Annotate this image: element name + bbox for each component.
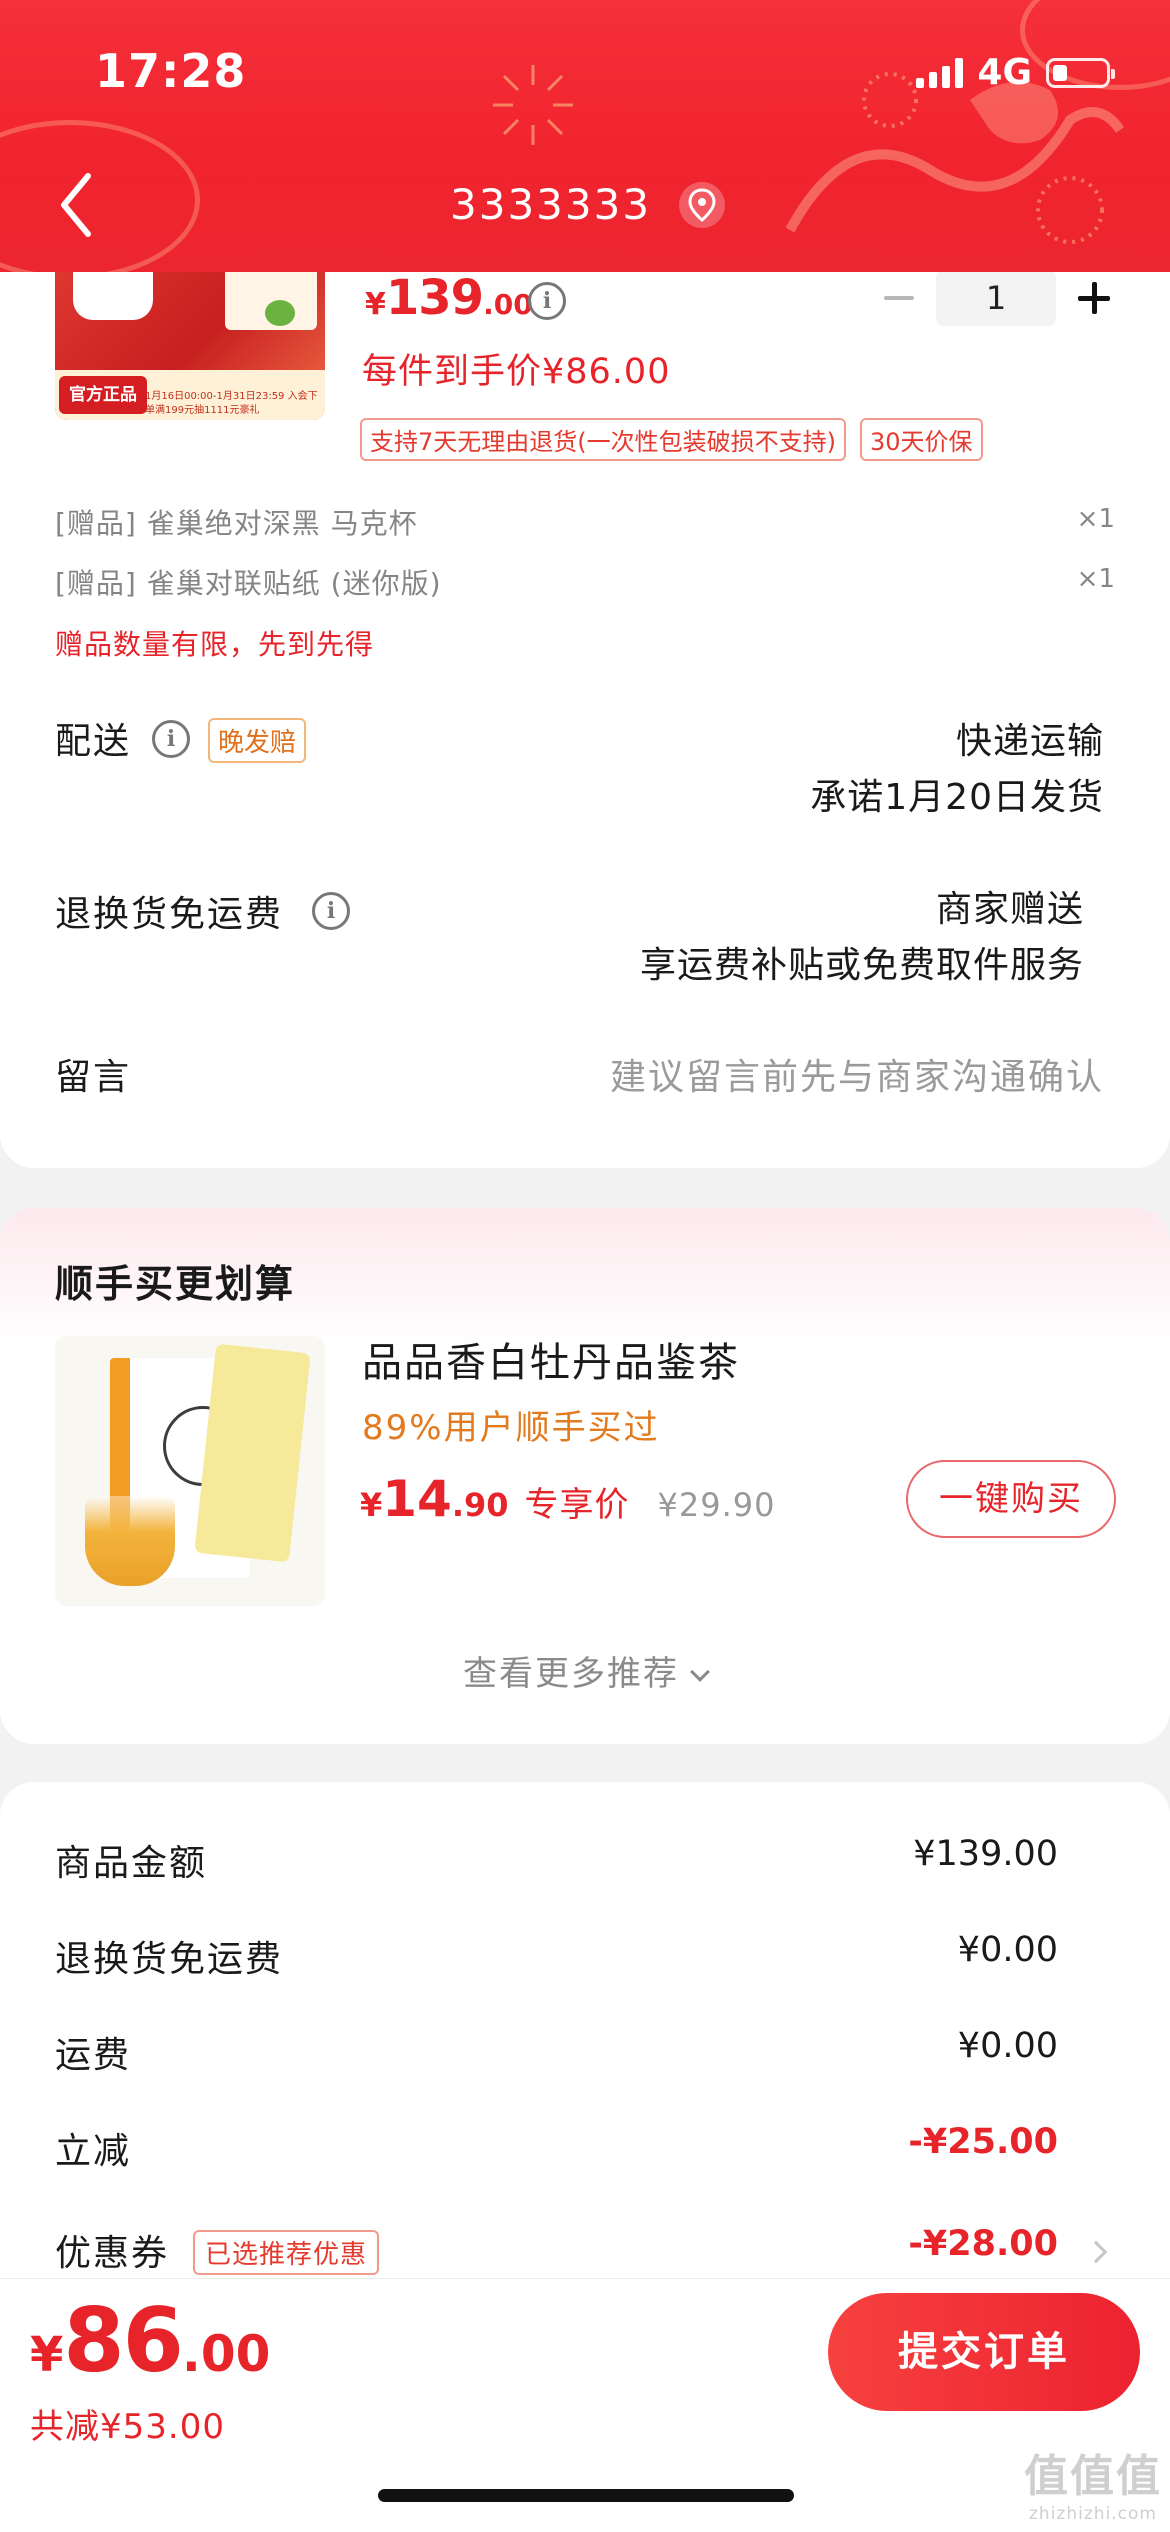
final-unit-price: 每件到手价¥86.00: [362, 352, 671, 392]
cloud-decoration: [0, 120, 200, 272]
return-policy-badge: 支持7天无理由退货(一次性包装破损不支持): [360, 418, 846, 461]
delivery-label: 配送: [55, 721, 132, 762]
gift-note: 赠品数量有限，先到先得: [55, 628, 375, 661]
recommend-product-name[interactable]: 品品香白牡丹品鉴茶: [362, 1330, 740, 1388]
back-icon[interactable]: [56, 170, 96, 240]
unit-price: ¥ 139 .00: [365, 270, 533, 326]
price-protect-badge: 30天价保: [860, 418, 983, 461]
page-title: 3333333: [450, 180, 652, 229]
status-indicators: 4G: [916, 52, 1115, 93]
gift-item: [赠品] 雀巢对联贴纸 (迷你版): [55, 567, 442, 600]
image-caption: 1月16日00:00-1月31日23:59 入会下单满199元抽1111元豪礼: [145, 391, 318, 416]
battery-icon: [1046, 57, 1115, 88]
delivery-method[interactable]: 快递运输: [956, 712, 1104, 764]
return-shipping-label: 退换货免运费: [55, 894, 284, 935]
submit-order-button[interactable]: 提交订单: [828, 2293, 1140, 2411]
recommend-social-proof: 89%用户顺手买过: [362, 1408, 660, 1448]
return-info-icon[interactable]: i: [312, 892, 350, 930]
message-input[interactable]: 建议留言前先与商家沟通确认: [610, 1048, 1104, 1100]
price-info-icon[interactable]: i: [528, 282, 566, 320]
gift-qty: ×1: [1076, 504, 1115, 534]
summary-label: 退换货免运费: [55, 1939, 284, 1980]
header-bar: 17:28 4G 3333333: [0, 0, 1170, 272]
chevron-down-icon: [690, 1662, 710, 1682]
summary-label: 运费: [55, 2035, 132, 2076]
checkout-bar: ¥ 86 .00 共减¥53.00 提交订单: [0, 2278, 1170, 2532]
coupon-tag[interactable]: 已选推荐优惠: [193, 2230, 380, 2275]
official-tag: 官方正品: [59, 376, 147, 414]
coupon-label[interactable]: 优惠券: [55, 2224, 169, 2276]
message-label: 留言: [55, 1057, 132, 1098]
instant-discount-value: -¥25.00: [908, 2122, 1058, 2162]
network-type: 4G: [977, 52, 1032, 93]
recommend-title: 顺手买更划算: [55, 1262, 296, 1306]
summary-value: ¥139.00: [913, 1834, 1058, 1874]
service-badges: 支持7天无理由退货(一次性包装破损不支持) 30天价保: [360, 418, 983, 461]
quantity-value[interactable]: 1: [936, 270, 1056, 326]
quantity-stepper: 1: [870, 270, 1120, 326]
coupon-value[interactable]: -¥28.00: [908, 2224, 1058, 2264]
watermark: 值值值 zhizhizhi.com: [1024, 2451, 1162, 2524]
summary-value: ¥0.00: [957, 1930, 1058, 1970]
decrease-button[interactable]: [870, 273, 930, 323]
delivery-info-icon[interactable]: i: [152, 720, 190, 758]
location-pin-icon[interactable]: [679, 181, 726, 228]
return-shipping-line2: 享运费补贴或免费取件服务: [639, 945, 1084, 986]
more-recommend-link[interactable]: 查看更多推荐: [0, 1646, 1170, 1695]
recommend-product-image[interactable]: [55, 1336, 325, 1606]
original-price: ¥29.90: [657, 1486, 776, 1524]
nav-title-group: 3333333: [450, 180, 726, 229]
delivery-promise: 承诺1月20日发货: [810, 777, 1104, 818]
gift-item: [赠品] 雀巢绝对深黑 马克杯: [55, 507, 418, 540]
total-saved: 共减¥53.00: [30, 2407, 225, 2447]
signal-icon: [916, 57, 964, 88]
recommend-card: 顺手买更划算 品品香白牡丹品鉴茶 89%用户顺手买过 ¥ 14 .90 专享价 …: [0, 1208, 1170, 1744]
recommend-price: ¥ 14 .90 专享价 ¥29.90: [360, 1470, 776, 1528]
one-click-buy-button[interactable]: 一键购买: [906, 1460, 1116, 1538]
firework-decoration-icon: [493, 65, 573, 145]
total-price: ¥ 86 .00: [30, 2289, 271, 2392]
summary-label: 商品金额: [55, 1843, 208, 1884]
gift-qty: ×1: [1076, 564, 1115, 594]
summary-label: 立减: [55, 2131, 132, 2172]
late-compensation-tag: 晚发赔: [208, 718, 307, 763]
increase-button[interactable]: [1070, 273, 1120, 323]
exclusive-price-label: 专享价: [524, 1485, 630, 1525]
chevron-right-icon[interactable]: [1084, 2240, 1108, 2264]
order-item-card: 官方正品 1月16日00:00-1月31日23:59 入会下单满199元抽111…: [0, 240, 1170, 1168]
return-shipping-line1: 商家赠送: [935, 889, 1084, 930]
status-time: 17:28: [95, 44, 247, 98]
home-indicator[interactable]: [378, 2489, 794, 2502]
summary-value: ¥0.00: [957, 2026, 1058, 2066]
